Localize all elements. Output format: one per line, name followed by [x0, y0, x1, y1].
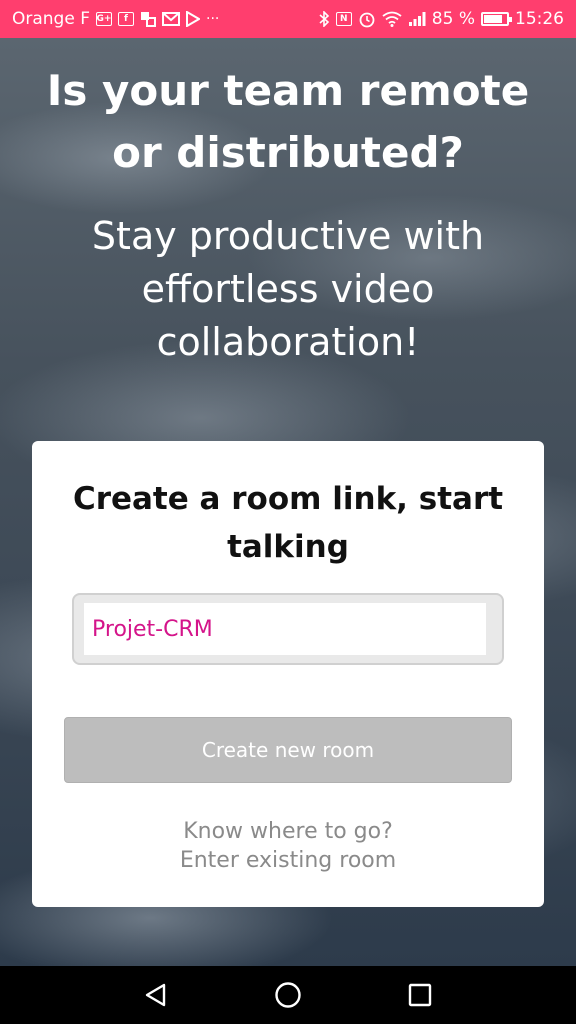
- gmail-icon: [162, 12, 180, 26]
- page-subtitle-line-3: collaboration!: [156, 320, 420, 364]
- nfc-icon: N: [335, 12, 352, 26]
- bluetooth-icon: [318, 11, 330, 27]
- facebook-icon: f: [118, 12, 134, 26]
- create-room-button[interactable]: Create new room: [64, 717, 512, 783]
- google-plus-icon: G+: [96, 12, 112, 26]
- home-button[interactable]: [268, 975, 308, 1015]
- create-room-card: Create a room link, start talking Create…: [32, 441, 544, 907]
- page-subtitle: Stay productive with effortless video co…: [0, 210, 576, 369]
- status-bar: Orange F G+ f ··· N 85 % 15:26: [0, 0, 576, 38]
- recents-square-icon: [408, 983, 432, 1007]
- page-title: Is your team remote or distributed?: [0, 60, 576, 184]
- back-button[interactable]: [136, 975, 176, 1015]
- navigation-bar: [0, 966, 576, 1024]
- back-triangle-icon: [145, 983, 166, 1007]
- page-subtitle-line-1: Stay productive with: [91, 214, 485, 258]
- app-icon: [140, 11, 156, 27]
- wifi-icon: [382, 11, 402, 27]
- enter-existing-room-link[interactable]: Know where to go? Enter existing room: [32, 817, 544, 875]
- room-name-field-wrapper: [72, 593, 504, 665]
- page-title-line-1: Is your team remote: [46, 66, 530, 115]
- clock: 15:26: [515, 9, 564, 29]
- carrier-label: Orange F: [12, 9, 90, 29]
- battery-icon: [481, 12, 512, 26]
- card-title-line-1: Create a room link, start: [72, 481, 504, 517]
- battery-fill: [484, 15, 503, 23]
- room-name-input[interactable]: [84, 603, 486, 655]
- page-subtitle-line-2: effortless video: [141, 267, 435, 311]
- alarm-icon: [358, 10, 376, 28]
- recents-button[interactable]: [400, 975, 440, 1015]
- card-title: Create a room link, start talking: [62, 475, 514, 571]
- signal-icon: [408, 11, 426, 27]
- status-right: N 85 % 15:26: [318, 9, 564, 29]
- battery-percent: 85 %: [431, 9, 475, 29]
- status-left: Orange F G+ f ···: [12, 9, 219, 29]
- existing-room-line-2: Enter existing room: [179, 848, 397, 873]
- more-icon: ···: [206, 11, 220, 27]
- card-title-line-2: talking: [227, 529, 349, 565]
- home-circle-icon: [275, 982, 301, 1008]
- page-title-line-2: or distributed?: [112, 128, 464, 177]
- existing-room-line-1: Know where to go?: [183, 819, 393, 844]
- play-store-icon: [186, 11, 200, 27]
